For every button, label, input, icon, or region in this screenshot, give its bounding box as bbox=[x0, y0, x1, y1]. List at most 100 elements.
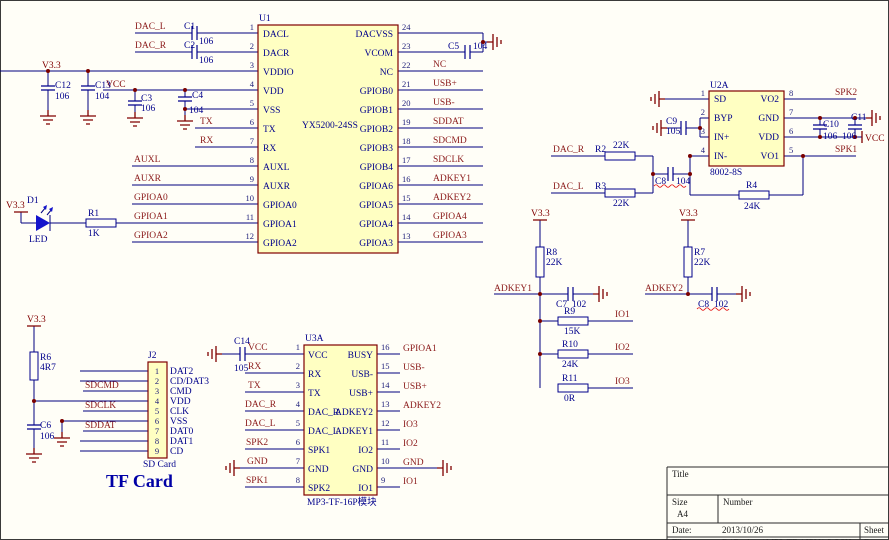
pin-name: VDD bbox=[263, 87, 284, 97]
designator: R1 bbox=[88, 209, 99, 219]
resistor-r10[interactable]: R10 24K bbox=[558, 340, 588, 370]
resistor-r3[interactable]: R3 22K bbox=[595, 182, 635, 209]
pin-name: VCOM bbox=[364, 49, 393, 59]
pin-number: 9 bbox=[250, 174, 254, 184]
gnd-icon[interactable] bbox=[26, 448, 42, 462]
net-label: IO1 bbox=[615, 310, 630, 320]
gnd-icon[interactable] bbox=[593, 286, 607, 302]
pin-number: 8 bbox=[155, 436, 159, 446]
cap-c3[interactable]: C3 106 bbox=[128, 94, 156, 114]
pin-number: 3 bbox=[155, 386, 159, 396]
pin-name: IO1 bbox=[358, 484, 373, 494]
resistor-r6[interactable]: R6 4R7 bbox=[30, 352, 56, 380]
gnd-icon[interactable] bbox=[54, 432, 70, 446]
titleblock-number-label: Number bbox=[723, 497, 753, 507]
net-label: USB- bbox=[403, 363, 425, 373]
net-label: GPIOA3 bbox=[433, 231, 467, 241]
net-label: USB- bbox=[433, 98, 455, 108]
designator: C11 bbox=[851, 113, 867, 123]
net-label: GPIOA4 bbox=[433, 212, 467, 222]
pin-number: 6 bbox=[250, 117, 254, 127]
cap-c11[interactable]: C11 106 bbox=[842, 113, 867, 142]
pin-number: 6 bbox=[155, 416, 159, 426]
pin-number: 12 bbox=[246, 231, 255, 241]
net-label: GND bbox=[247, 457, 268, 467]
pin-number: 13 bbox=[402, 231, 411, 241]
designator: C10 bbox=[823, 120, 839, 130]
designator: R11 bbox=[562, 374, 578, 384]
gnd-icon[interactable] bbox=[437, 460, 451, 476]
pin-number: 4 bbox=[296, 399, 301, 409]
designator: R9 bbox=[564, 307, 575, 317]
value: 1K bbox=[88, 229, 100, 239]
pin-number: 2 bbox=[296, 361, 300, 371]
j2-connector[interactable]: J2 SD Card 1 2 3 4 5 6 7 8 9 DAT2 CD/DAT… bbox=[143, 351, 209, 470]
resistor-r7[interactable]: R7 22K bbox=[684, 247, 711, 277]
cap-c6[interactable]: C6 106 bbox=[27, 421, 55, 442]
cap-c13[interactable]: C13 104 bbox=[81, 81, 111, 102]
net-label: ADKEY1 bbox=[494, 284, 532, 294]
gnd-icon[interactable] bbox=[487, 34, 501, 50]
gnd-icon[interactable] bbox=[127, 112, 143, 126]
u3-chip[interactable]: U3A MP3-TF-16P模块 VCC RX TX DAC_R DAC_L S… bbox=[296, 334, 391, 508]
value: 104 bbox=[473, 42, 488, 52]
u2-chip[interactable]: U2A 8002-8S SD BYP IN+ IN- VO2 GND VDD V… bbox=[701, 81, 794, 178]
designator: U2A bbox=[710, 81, 729, 91]
net-label: ADKEY2 bbox=[403, 401, 441, 411]
title-block: Title Size A4 Number Date: 2013/10/26 Sh… bbox=[667, 467, 889, 540]
pin-name: GPIOB3 bbox=[360, 144, 394, 154]
pin-number: 12 bbox=[381, 418, 390, 428]
cap-c4[interactable]: C4 104 bbox=[178, 91, 204, 116]
net-label: TX bbox=[248, 381, 261, 391]
resistor-r2[interactable]: R2 22K bbox=[595, 141, 635, 160]
designator: R3 bbox=[595, 182, 606, 192]
net-label: DAC_L bbox=[553, 182, 584, 192]
tf-card-title: TF Card bbox=[106, 471, 173, 491]
pin-name: AUXL bbox=[263, 163, 290, 173]
gnd-icon[interactable] bbox=[226, 460, 240, 476]
value: 106 bbox=[199, 56, 214, 66]
pin-number: 8 bbox=[789, 88, 793, 98]
power-label: V3.3 bbox=[6, 201, 25, 211]
gnd-icon[interactable] bbox=[208, 346, 222, 362]
pin-name: GPIOB0 bbox=[360, 87, 394, 97]
led-d1[interactable]: D1 LED bbox=[27, 196, 53, 245]
designator: D1 bbox=[27, 196, 39, 206]
net-label: IO3 bbox=[403, 420, 418, 430]
cap-c12[interactable]: C12 106 bbox=[41, 81, 71, 102]
gnd-icon[interactable] bbox=[736, 286, 750, 302]
cap-c8-amp[interactable]: C8 104 bbox=[654, 167, 691, 187]
resistor-r1[interactable]: R1 1K bbox=[86, 209, 116, 239]
gnd-icon[interactable] bbox=[651, 91, 665, 107]
pin-name: TX bbox=[308, 389, 321, 399]
u1-chip[interactable]: U1 YX5200-24SS DACL DACR VDDIO VDD VSS T… bbox=[246, 14, 412, 253]
gnd-icon[interactable] bbox=[653, 120, 667, 136]
cap-c9[interactable]: C9 105 bbox=[666, 117, 686, 137]
gnd-icon[interactable] bbox=[40, 110, 56, 124]
pin-number: 10 bbox=[246, 193, 255, 203]
value: 104 bbox=[189, 106, 204, 116]
net-label: GPIOA0 bbox=[134, 193, 168, 203]
pin-name: VDD bbox=[758, 133, 779, 143]
designator: C8 bbox=[698, 300, 709, 310]
value: 22K bbox=[613, 199, 630, 209]
gnd-icon[interactable] bbox=[80, 110, 96, 124]
gnd-icon[interactable] bbox=[866, 110, 880, 126]
pin-name: GPIOA3 bbox=[359, 239, 393, 249]
resistor-r9[interactable]: R9 15K bbox=[558, 307, 588, 337]
cap-c5[interactable]: C5 104 bbox=[448, 42, 488, 59]
titleblock-sheet-label: Sheet bbox=[864, 525, 884, 535]
cap-c10[interactable]: C10 106 bbox=[813, 120, 839, 142]
net-label: IO3 bbox=[615, 377, 630, 387]
net-label: DAC_R bbox=[135, 41, 167, 51]
resistor-r8[interactable]: R8 22K bbox=[536, 247, 563, 277]
resistor-r4[interactable]: R4 24K bbox=[739, 181, 769, 212]
pin-number: 9 bbox=[381, 475, 385, 485]
cap-c8-adkey[interactable]: C8 102 bbox=[697, 287, 729, 310]
net-label: SDCLK bbox=[85, 401, 116, 411]
pin-number: 18 bbox=[402, 136, 411, 146]
designator: C6 bbox=[40, 421, 51, 431]
pin-number: 15 bbox=[381, 361, 390, 371]
gnd-icon[interactable] bbox=[177, 115, 193, 129]
resistor-r11[interactable]: R11 0R bbox=[558, 374, 588, 404]
